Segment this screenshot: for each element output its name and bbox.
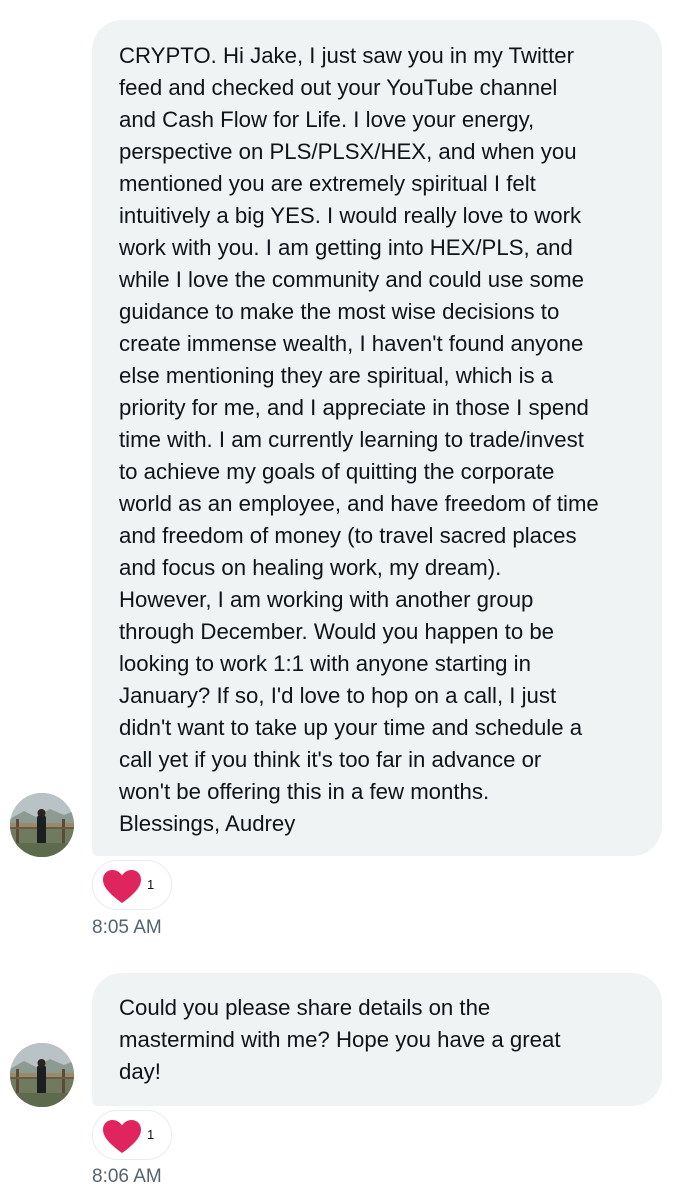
- avatar[interactable]: [10, 1043, 74, 1107]
- message-bubble[interactable]: Could you please share details on the ma…: [92, 973, 662, 1106]
- heart-icon: [103, 1120, 141, 1153]
- heart-icon: [103, 870, 141, 903]
- reaction-pill[interactable]: 1: [92, 860, 172, 910]
- message-text: CRYPTO. Hi Jake, I just saw you in my Tw…: [119, 43, 599, 836]
- avatar[interactable]: [10, 793, 74, 857]
- message-text: Could you please share details on the ma…: [119, 995, 561, 1084]
- timestamp: 8:05 AM: [92, 917, 162, 938]
- message-bubble[interactable]: CRYPTO. Hi Jake, I just saw you in my Tw…: [92, 20, 662, 856]
- reaction-pill[interactable]: 1: [92, 1110, 172, 1160]
- reaction-count: 1: [147, 877, 155, 892]
- timestamp: 8:06 AM: [92, 1166, 162, 1187]
- avatar-image: [10, 1043, 74, 1107]
- avatar-image: [10, 793, 74, 857]
- reaction-count: 1: [147, 1127, 155, 1142]
